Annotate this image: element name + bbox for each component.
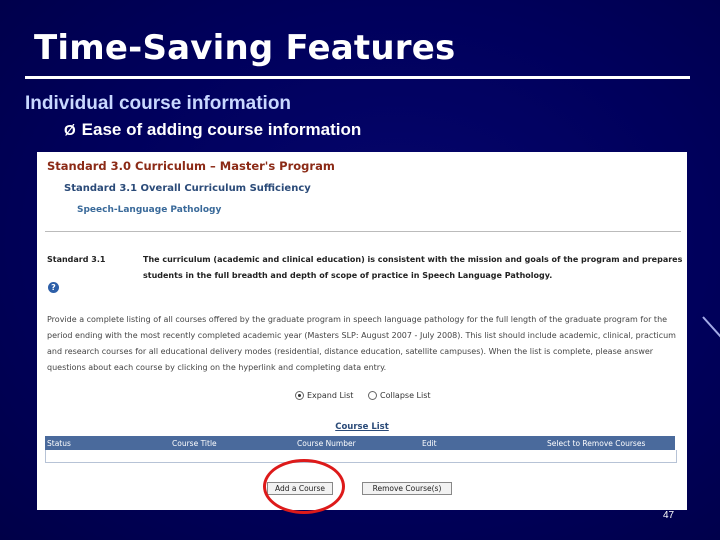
radio-expand-label: Expand List: [307, 391, 354, 400]
slide-title: Time-Saving Features: [34, 28, 456, 68]
program-heading: Speech-Language Pathology: [77, 205, 222, 215]
radio-expand-list[interactable]: Expand List: [295, 391, 353, 400]
list-view-toggle: Expand List Collapse List: [295, 391, 443, 402]
bullet-item: Ø Ease of adding course information: [64, 120, 361, 140]
highlight-circle: [263, 459, 345, 514]
course-list-title: Course List: [335, 422, 389, 432]
help-icon[interactable]: ?: [48, 282, 59, 293]
standard-heading: Standard 3.0 Curriculum – Master's Progr…: [47, 159, 335, 173]
standard-description: The curriculum (academic and clinical ed…: [143, 255, 683, 280]
embedded-screenshot: Standard 3.0 Curriculum – Master's Progr…: [37, 152, 687, 510]
radio-button-unselected[interactable]: [368, 391, 377, 400]
radio-button-selected[interactable]: [295, 391, 304, 400]
radio-collapse-list[interactable]: Collapse List: [368, 391, 431, 400]
standard-label: Standard 3.1: [47, 255, 106, 264]
instructions-text: Provide a complete listing of all course…: [47, 315, 676, 372]
page-number: 47: [663, 510, 675, 521]
column-course-title: Course Title: [172, 438, 217, 448]
slide-subheading: Individual course information: [25, 93, 292, 114]
divider: [45, 231, 681, 232]
substandard-heading: Standard 3.1 Overall Curriculum Sufficie…: [64, 183, 311, 194]
bullet-text: Ease of adding course information: [81, 120, 362, 139]
column-status: Status: [47, 438, 71, 448]
bullet-arrow-icon: Ø: [64, 122, 76, 139]
remove-courses-button[interactable]: Remove Course(s): [362, 482, 452, 495]
column-edit: Edit: [422, 438, 437, 448]
radio-collapse-label: Collapse List: [380, 391, 431, 400]
column-select-remove: Select to Remove Courses: [547, 438, 646, 448]
table-row-empty: [45, 450, 677, 463]
course-table-header: Status Course Title Course Number Edit S…: [45, 436, 675, 450]
title-underline: [25, 76, 690, 79]
column-course-number: Course Number: [297, 438, 356, 448]
decorative-line: [702, 316, 720, 340]
